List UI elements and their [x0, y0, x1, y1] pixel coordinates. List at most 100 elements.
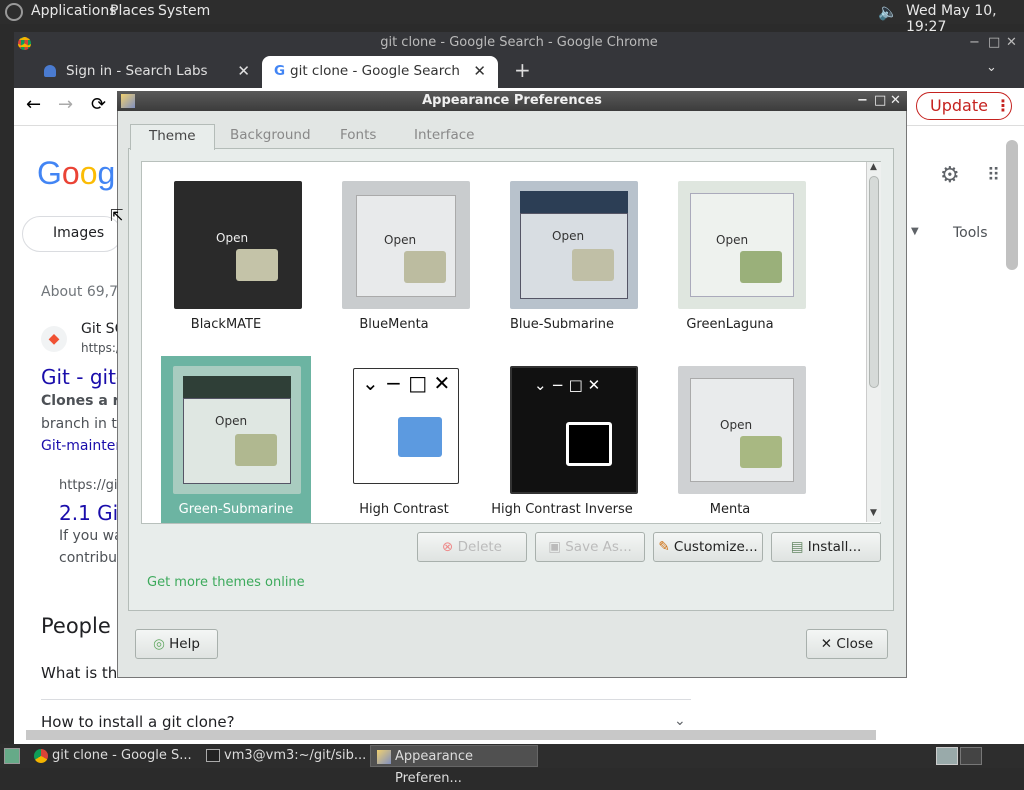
mate-logo-icon[interactable]	[5, 3, 23, 21]
scroll-down-icon[interactable]: ▼	[870, 508, 877, 518]
horizontal-scrollbar[interactable]	[26, 730, 876, 740]
task-terminal[interactable]: vm3@vm3:~/git/sib...	[200, 745, 368, 767]
tab-background[interactable]: Background	[212, 124, 329, 149]
theme-preview: Open	[174, 181, 302, 309]
maximize-icon[interactable]: □	[874, 91, 886, 110]
google-logo[interactable]: Googl	[37, 155, 122, 192]
theme-item-menta[interactable]: Open Menta	[655, 356, 806, 523]
menu-dots-icon[interactable]: ⋮	[995, 93, 1011, 118]
theme-list-scrollbar[interactable]: ▲ ▼	[866, 162, 881, 522]
theme-name: GreenLaguna	[686, 317, 774, 332]
volume-icon[interactable]: 🔈	[878, 2, 898, 21]
question-item[interactable]: How to install a git clone?	[41, 713, 235, 731]
gear-icon[interactable]: ⚙	[940, 163, 960, 188]
customize-button[interactable]: ✎ Customize...	[653, 532, 763, 562]
close-icon[interactable]: ✕	[890, 91, 901, 110]
appearance-icon	[377, 750, 391, 764]
open-label: Open	[720, 418, 753, 432]
package-icon: ▤	[790, 539, 808, 555]
chrome-titlebar: git clone - Google Search - Google Chrom…	[14, 32, 1024, 54]
minimize-icon[interactable]: −	[969, 32, 980, 54]
theme-preview: Open	[510, 181, 638, 309]
theme-item-blue-submarine[interactable]: Open Blue-Submarine	[487, 171, 638, 341]
close-tab-icon[interactable]: ✕	[473, 56, 486, 86]
result-snippet: If you wa	[59, 528, 123, 544]
help-button[interactable]: ◎ Help	[135, 629, 218, 659]
more-themes-link[interactable]: Get more themes online	[147, 575, 305, 590]
theme-name: BlueMenta	[359, 317, 429, 332]
result-snippet: contribut	[59, 550, 123, 566]
tab-label: Sign in - Search Labs	[66, 63, 208, 79]
delete-button[interactable]: ⊗ Delete	[417, 532, 527, 562]
folder-icon	[398, 417, 442, 457]
result-title[interactable]: 2.1 Git	[59, 501, 126, 525]
new-tab-icon[interactable]: +	[514, 58, 531, 82]
tab-theme[interactable]: Theme	[130, 124, 215, 150]
system-menu[interactable]: System	[158, 3, 210, 19]
open-label: Open	[384, 233, 417, 247]
edit-icon: ✎	[658, 539, 674, 555]
theme-name: Menta	[709, 502, 751, 517]
folder-icon	[236, 249, 278, 281]
update-button[interactable]: Update ⋮	[916, 92, 1012, 120]
scroll-up-icon[interactable]: ▲	[870, 162, 877, 172]
scroll-thumb[interactable]	[869, 176, 879, 388]
images-chip[interactable]: Images	[22, 216, 122, 252]
delete-icon: ⊗	[442, 539, 458, 555]
save-as-button[interactable]: ▣ Save As...	[535, 532, 645, 562]
theme-preview: ⌄ − □ ✕	[510, 366, 638, 494]
dialog-titlebar: Appearance Preferences − □ ✕	[117, 91, 907, 111]
close-icon[interactable]: ✕	[1006, 32, 1017, 54]
page-scrollbar[interactable]	[1006, 140, 1018, 270]
help-icon: ◎	[153, 636, 170, 652]
folder-icon	[572, 249, 614, 281]
person-icon	[44, 65, 56, 77]
open-label: Open	[215, 414, 248, 428]
task-appearance[interactable]: Appearance Preferen...	[370, 745, 538, 786]
tools-button[interactable]: Tools	[953, 225, 988, 241]
install-button[interactable]: ▤ Install...	[771, 532, 881, 562]
close-tab-icon[interactable]: ✕	[237, 56, 250, 86]
workspace-switcher[interactable]	[936, 747, 958, 765]
places-menu[interactable]: Places	[110, 3, 155, 19]
show-desktop-icon[interactable]	[4, 748, 20, 764]
folder-icon	[566, 422, 612, 466]
tab-interface[interactable]: Interface	[396, 124, 492, 149]
theme-item-bluementa[interactable]: Open BlueMenta	[319, 171, 470, 341]
open-label: Open	[716, 233, 749, 247]
folder-icon	[235, 434, 277, 466]
close-icon: ✕	[820, 636, 837, 652]
tab-git-clone[interactable]: G git clone - Google Search ✕	[262, 56, 498, 88]
clock[interactable]: Wed May 10, 19:27	[906, 3, 1024, 35]
divider	[41, 699, 691, 700]
button-label: Delete	[457, 539, 502, 555]
chevron-down-icon[interactable]: ⌄	[674, 713, 686, 729]
tab-search-icon[interactable]: ⌄	[986, 60, 997, 75]
theme-preview: Open	[342, 181, 470, 309]
tab-sign-in[interactable]: Sign in - Search Labs ✕	[22, 56, 262, 88]
minimize-icon[interactable]: −	[857, 91, 868, 110]
workspace-switcher[interactable]	[960, 747, 982, 765]
apps-grid-icon[interactable]: ⠿	[987, 165, 1000, 186]
theme-item-high-contrast[interactable]: ⌄ − □ ✕ High Contrast	[329, 356, 479, 523]
maximize-icon[interactable]: □	[988, 32, 1000, 54]
task-label: git clone - Google S...	[52, 748, 192, 763]
chevron-down-icon[interactable]: ▼	[911, 226, 919, 237]
task-label: vm3@vm3:~/git/sib...	[224, 748, 367, 763]
theme-item-blackmate[interactable]: Open BlackMATE	[151, 171, 302, 341]
theme-item-greenlaguna[interactable]: Open GreenLaguna	[655, 171, 806, 341]
applications-menu[interactable]: Applications	[31, 3, 117, 19]
question-item[interactable]: What is the	[41, 664, 127, 682]
theme-list[interactable]: Open BlackMATE Open BlueMenta Open Blue-…	[141, 161, 881, 524]
open-label: Open	[216, 231, 249, 245]
back-icon[interactable]: ←	[26, 94, 41, 115]
theme-item-high-contrast-inverse[interactable]: ⌄ − □ ✕ High Contrast Inverse	[487, 356, 638, 523]
google-g-icon: G	[274, 63, 286, 79]
reload-icon[interactable]: ⟳	[91, 94, 106, 115]
forward-icon[interactable]: →	[58, 94, 73, 115]
result-url: https:/	[81, 341, 120, 355]
close-button[interactable]: ✕ Close	[806, 629, 888, 659]
theme-item-green-submarine[interactable]: Open Green-Submarine	[161, 356, 311, 523]
task-chrome[interactable]: git clone - Google S...	[28, 745, 198, 767]
tab-fonts[interactable]: Fonts	[322, 124, 394, 149]
